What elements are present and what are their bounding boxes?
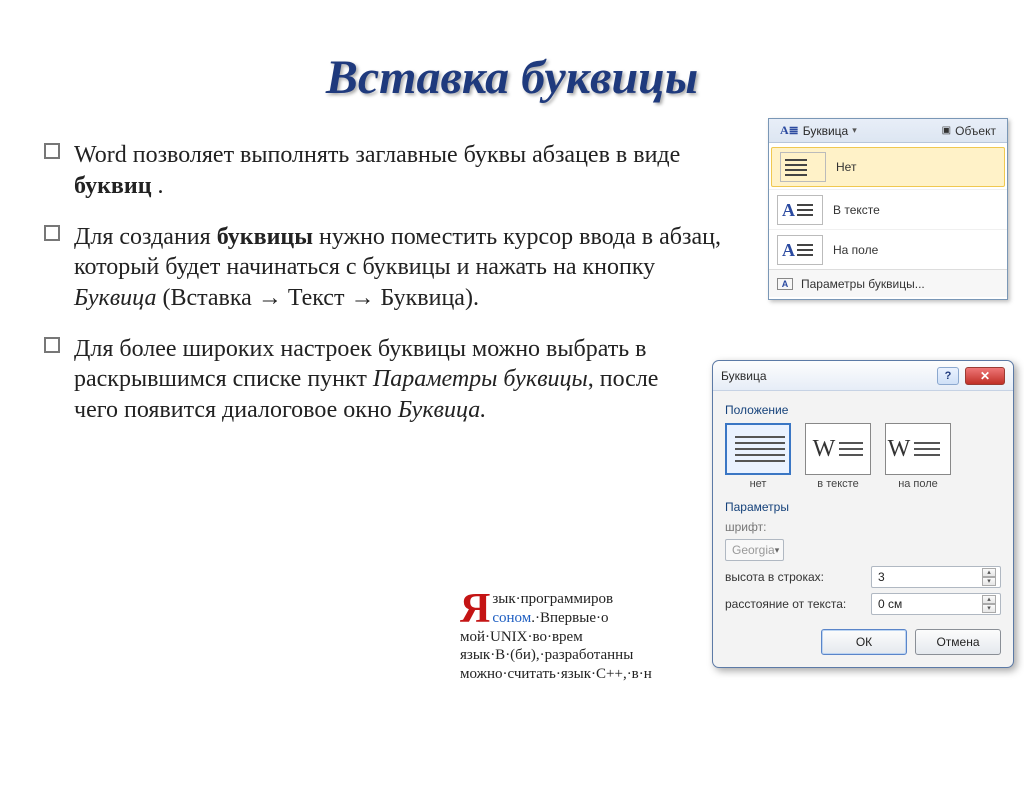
thumb-margin-icon: W: [885, 423, 951, 475]
paragraph-1: Word позволяет выполнять заглавные буквы…: [44, 140, 734, 201]
bullet-icon: [44, 337, 60, 353]
position-options: нет W в тексте W на поле: [725, 423, 1001, 490]
dialog-close-button[interactable]: ✕: [965, 367, 1005, 385]
dropdown-body: Нет A В тексте A На поле A Параметры бук…: [769, 143, 1007, 299]
cancel-button[interactable]: Отмена: [915, 629, 1001, 655]
dialog-titlebar: Буквица ? ✕: [713, 361, 1013, 391]
params-icon: A: [777, 278, 793, 290]
sample-l1b: соном: [492, 610, 531, 626]
font-value: Georgia: [732, 543, 775, 557]
dialog-help-button[interactable]: ?: [937, 367, 959, 385]
object-label: Объект: [955, 124, 996, 138]
height-spinner[interactable]: 3 ▴▾: [871, 566, 1001, 588]
spin-up-icon[interactable]: ▴: [982, 568, 996, 577]
sample-l1a: зык·программиров: [492, 591, 613, 607]
dd-label: В тексте: [833, 203, 880, 217]
object-icon: ▣: [942, 125, 951, 136]
p2-d: Буквица: [74, 285, 156, 311]
p2-e: (Вставка: [156, 285, 257, 311]
dropcap-dialog: Буквица ? ✕ Положение нет W в тексте: [712, 360, 1014, 668]
p1-text-a: Word позволяет выполнять заглавные буквы…: [74, 142, 680, 168]
distance-spinner[interactable]: 0 см ▴▾: [871, 593, 1001, 615]
distance-value: 0 см: [878, 597, 902, 611]
thumb-none-icon: [780, 152, 826, 182]
dropcap-glyph-icon: A≣: [780, 123, 799, 138]
ribbon-header: A≣ Буквица ▾ ▣ Объект: [769, 119, 1007, 143]
font-select[interactable]: Georgia ▾: [725, 539, 784, 561]
slide-title: Вставка буквицы: [0, 32, 1024, 115]
dd-params-label: Параметры буквицы...: [801, 277, 925, 291]
dd-label: На поле: [833, 243, 878, 257]
distance-label: расстояние от текста:: [725, 597, 865, 611]
height-row: высота в строках: 3 ▴▾: [725, 566, 1001, 588]
dropcap-example: Я зык·программиров соном.·Впервые·о мой·…: [460, 590, 740, 684]
font-label: шрифт:: [725, 520, 865, 534]
position-inmargin[interactable]: W на поле: [885, 423, 951, 490]
thumb-intext-icon: W: [805, 423, 871, 475]
dropdown-item-none[interactable]: Нет: [771, 147, 1005, 187]
thumb-margin-icon: A: [777, 235, 823, 265]
dropdown-item-params[interactable]: A Параметры буквицы...: [769, 269, 1007, 297]
dialog-title: Буквица: [721, 369, 767, 383]
sample-l4: можно·считать·язык·C++,·в·н: [460, 666, 652, 682]
p2-g: Буквица).: [374, 285, 479, 311]
p3-d: Буквица.: [398, 397, 486, 423]
spin-down-icon[interactable]: ▾: [982, 577, 996, 586]
dropcap-ribbon-button[interactable]: A≣ Буквица ▾: [775, 121, 862, 140]
params-label: Параметры: [725, 500, 1001, 514]
arrow-icon: →: [258, 284, 282, 311]
pos-label: в тексте: [805, 478, 871, 490]
height-value: 3: [878, 570, 885, 584]
position-intext[interactable]: W в тексте: [805, 423, 871, 490]
thumb-intext-icon: A: [777, 195, 823, 225]
sample-l1c: .·Впервые·о: [531, 610, 608, 626]
paragraph-3: Для более широких настроек буквицы можно…: [44, 334, 684, 426]
pos-label: нет: [725, 478, 791, 490]
spin-down-icon[interactable]: ▾: [982, 604, 996, 613]
height-label: высота в строках:: [725, 570, 865, 584]
ok-button[interactable]: ОК: [821, 629, 907, 655]
position-none[interactable]: нет: [725, 423, 791, 490]
p2-a: Для создания: [74, 224, 217, 250]
chevron-down-icon: ▾: [775, 545, 780, 556]
p1-text-c: .: [152, 173, 164, 199]
dd-label: Нет: [836, 160, 856, 174]
distance-row: расстояние от текста: 0 см ▴▾: [725, 593, 1001, 615]
position-label: Положение: [725, 403, 1001, 417]
font-row: шрифт:: [725, 520, 1001, 534]
thumb-none-icon: [725, 423, 791, 475]
object-ribbon-button[interactable]: ▣ Объект: [937, 122, 1001, 140]
p3-b: Параметры буквицы: [373, 366, 588, 392]
chevron-down-icon: ▾: [852, 125, 857, 136]
paragraph-2: Для создания буквицы нужно поместить кур…: [44, 222, 734, 314]
p2-b: буквицы: [217, 224, 313, 250]
arrow-icon: →: [350, 284, 374, 311]
ribbon-dropdown: A≣ Буквица ▾ ▣ Объект Нет A В тексте A: [768, 118, 1008, 300]
p1-bold: буквиц: [74, 173, 152, 199]
ribbon-button-label: Буквица: [803, 124, 849, 138]
text-content: Word позволяет выполнять заглавные буквы…: [44, 128, 734, 446]
spin-up-icon[interactable]: ▴: [982, 595, 996, 604]
dropdown-item-intext[interactable]: A В тексте: [769, 189, 1007, 229]
dropdown-item-inmargin[interactable]: A На поле: [769, 229, 1007, 269]
sample-l3: язык·B·(би),·разработанны: [460, 647, 633, 663]
sample-l2: мой·UNIX·во·врем: [460, 629, 583, 645]
bullet-icon: [44, 225, 60, 241]
bullet-icon: [44, 143, 60, 159]
p2-f: Текст: [282, 285, 351, 311]
dropcap-letter: Я: [460, 590, 492, 626]
pos-label: на поле: [885, 478, 951, 490]
